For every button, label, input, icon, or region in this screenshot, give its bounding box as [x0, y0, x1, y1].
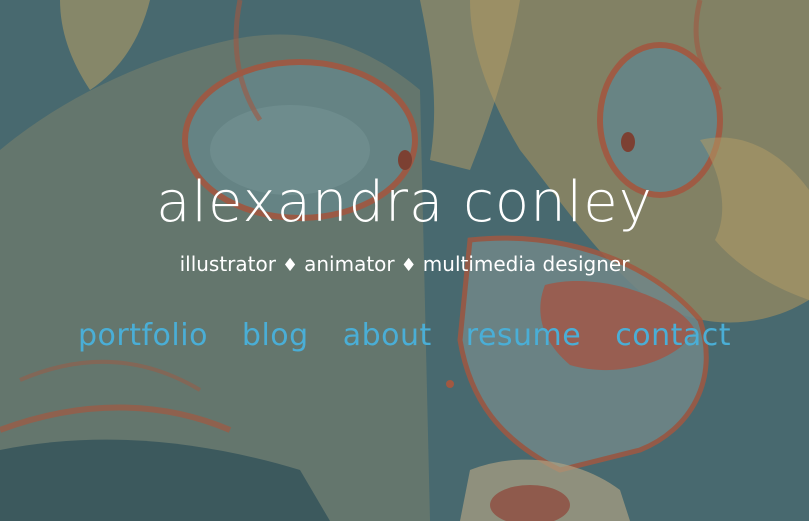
tagline-role-illustrator: illustrator [179, 252, 276, 276]
page: alexandra conley illustrator ♦ animator ♦ mu… [0, 0, 809, 521]
tagline-role-multimedia-designer: multimedia designer [422, 252, 630, 276]
main-nav: portfolio blog about resume contact [0, 316, 809, 356]
nav-link-blog[interactable]: blog [242, 316, 309, 356]
nav-link-contact[interactable]: contact [615, 316, 731, 356]
tagline-role-animator: animator [304, 252, 395, 276]
nav-link-about[interactable]: about [343, 316, 432, 356]
site-title: alexandra conley [156, 170, 653, 235]
diamond-separator-icon: ♦ [400, 255, 417, 276]
diamond-separator-icon: ♦ [281, 255, 299, 276]
tagline: illustrator ♦ animator ♦ multimedia designer [0, 250, 809, 280]
nav-link-portfolio[interactable]: portfolio [78, 316, 208, 356]
nav-link-resume[interactable]: resume [466, 316, 581, 356]
